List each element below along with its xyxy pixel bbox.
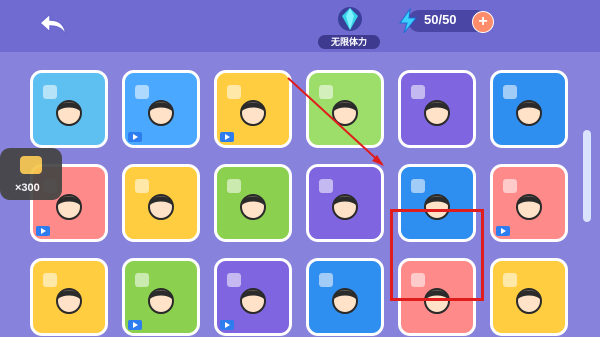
game-tile[interactable]: [490, 164, 568, 242]
video-play-icon: [20, 156, 42, 174]
game-tile[interactable]: [122, 70, 200, 148]
game-tile[interactable]: [306, 70, 384, 148]
game-tile[interactable]: [122, 258, 200, 336]
game-art-icon: [319, 179, 358, 220]
unlimited-energy-badge[interactable]: 无限体力: [314, 2, 384, 50]
video-badge-icon: [128, 320, 142, 330]
game-tile[interactable]: [214, 258, 292, 336]
video-badge-icon: [128, 132, 142, 142]
game-art-icon: [319, 273, 358, 314]
game-tile[interactable]: [214, 164, 292, 242]
game-art-icon: [503, 85, 542, 126]
top-bar: 无限体力 50/50 +: [0, 0, 600, 52]
game-tile[interactable]: [30, 70, 108, 148]
game-art-icon: [43, 273, 82, 314]
badge-label: 无限体力: [318, 35, 380, 49]
game-art-icon: [319, 85, 358, 126]
lightning-icon: [399, 8, 418, 34]
game-tile[interactable]: [490, 258, 568, 336]
game-art-icon: [411, 85, 450, 126]
back-arrow-icon[interactable]: [36, 10, 70, 40]
game-tile[interactable]: [30, 258, 108, 336]
energy-value: 50/50: [424, 12, 457, 27]
reward-count: ×300: [15, 182, 40, 194]
energy-counter: 50/50 +: [398, 8, 494, 34]
add-energy-button[interactable]: +: [472, 11, 494, 33]
highlight-frame: [390, 209, 484, 301]
game-tile[interactable]: [214, 70, 292, 148]
scrollbar[interactable]: [583, 130, 591, 222]
game-tile[interactable]: [306, 258, 384, 336]
gem-icon: [338, 7, 362, 31]
video-badge-icon: [36, 226, 50, 236]
game-art-icon: [135, 179, 174, 220]
reward-chip[interactable]: ×300: [0, 148, 62, 200]
video-badge-icon: [220, 132, 234, 142]
game-tile[interactable]: [398, 70, 476, 148]
game-tile[interactable]: [490, 70, 568, 148]
game-grid: ×300: [0, 52, 600, 337]
game-tile[interactable]: [122, 164, 200, 242]
game-art-icon: [43, 85, 82, 126]
game-art-icon: [503, 273, 542, 314]
video-badge-icon: [220, 320, 234, 330]
game-art-icon: [227, 179, 266, 220]
game-tile[interactable]: [306, 164, 384, 242]
video-badge-icon: [496, 226, 510, 236]
